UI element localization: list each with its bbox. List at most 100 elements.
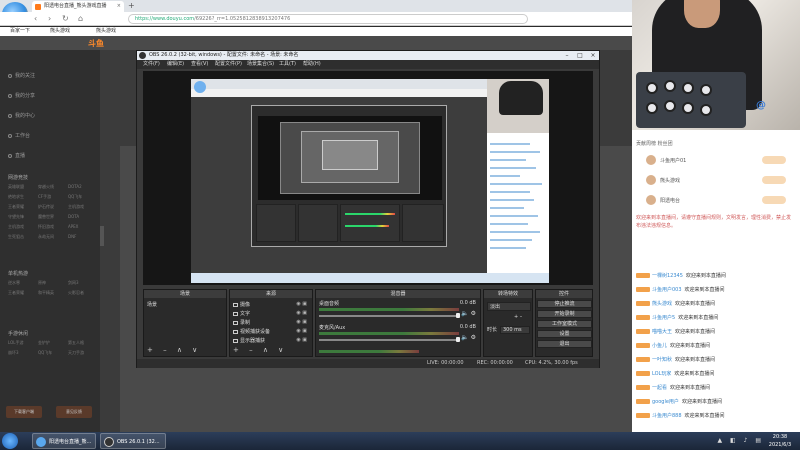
category-link[interactable]: 剑网3: [68, 280, 79, 286]
chat-username[interactable]: 斗鱼用户003: [652, 287, 682, 293]
scene-item[interactable]: 场景: [147, 301, 157, 308]
chat-message[interactable]: 一叶知秋 欢迎来到本直播间: [636, 356, 715, 363]
eye-icon[interactable]: ◉ ▣: [296, 319, 307, 325]
nav-item-share[interactable]: 我的分享: [8, 92, 35, 99]
chat-message[interactable]: 斗鱼用户888 欢迎来到本直播间: [636, 412, 725, 419]
system-tray[interactable]: ▲ ◧ ♪ ▤: [717, 437, 764, 444]
chat-message[interactable]: LOL玩家 欢迎来到本直播间: [636, 370, 714, 377]
category-link[interactable]: LOL手游: [8, 340, 23, 346]
volume-slider[interactable]: [319, 315, 459, 317]
volume-slider[interactable]: [319, 339, 459, 341]
chat-username[interactable]: 一叶知秋: [652, 357, 672, 363]
studio-mode-button[interactable]: 工作室模式: [537, 320, 592, 328]
bookmark-item[interactable]: 百家一下: [10, 27, 30, 36]
menu-help[interactable]: 帮助(H): [303, 60, 321, 69]
transition-select[interactable]: 淡出: [487, 302, 531, 311]
taskbar-obs[interactable]: OBS 26.0.1 (32...: [100, 433, 166, 449]
chat-username[interactable]: 一起看: [652, 385, 667, 391]
category-link[interactable]: 穿越火线: [38, 184, 54, 190]
category-link[interactable]: 永劫无间: [38, 234, 54, 240]
menu-scene-collection[interactable]: 场景集合(S): [247, 60, 274, 69]
rank-row[interactable]: 阳透电台: [636, 194, 796, 208]
category-link[interactable]: 火影忍者: [68, 290, 84, 296]
chat-username[interactable]: LOL玩家: [652, 371, 671, 377]
stop-streaming-button[interactable]: 停止推流: [537, 300, 592, 308]
eye-icon[interactable]: ◉ ▣: [296, 328, 307, 334]
category-link[interactable]: 原神: [38, 280, 46, 286]
chat-username[interactable]: 熊头游戏: [652, 301, 672, 307]
category-link[interactable]: 逆水寒: [8, 280, 20, 286]
menu-edit[interactable]: 编辑(E): [167, 60, 184, 69]
chat-username[interactable]: 一棵树12345: [652, 273, 683, 279]
category-link[interactable]: DOTA2: [68, 184, 82, 189]
address-bar[interactable]: https://www.douyu.com/69226?_rr=1.052581…: [128, 14, 528, 24]
category-link[interactable]: 崩坏3: [8, 350, 19, 356]
clock[interactable]: 20:38 2021/6/3: [764, 433, 796, 449]
category-link[interactable]: 绝地求生: [8, 194, 24, 200]
chat-username[interactable]: 斗鱼用户5: [652, 315, 675, 321]
new-tab-button[interactable]: +: [128, 1, 135, 11]
category-link[interactable]: 主机游戏: [68, 204, 84, 210]
category-link[interactable]: 第五人格: [68, 340, 84, 346]
chat-message[interactable]: 熊头游戏 欢迎来到本直播间: [636, 300, 715, 307]
category-link[interactable]: 怀旧游戏: [38, 224, 54, 230]
chat-message[interactable]: google用户 欢迎来到本直播间: [636, 398, 722, 405]
category-link[interactable]: APEX: [68, 224, 78, 229]
chat-message[interactable]: 斗鱼用户5 欢迎来到本直播间: [636, 314, 718, 321]
menu-tools[interactable]: 工具(T): [279, 60, 296, 69]
category-link[interactable]: 王者荣耀: [8, 204, 24, 210]
back-button[interactable]: ‹: [34, 13, 37, 25]
nav-item-workbench[interactable]: 工作台: [8, 132, 30, 139]
category-link[interactable]: 和平精英: [38, 290, 54, 296]
bookmark-item[interactable]: 熊头游戏: [96, 27, 116, 36]
eye-icon[interactable]: ◉ ▣: [296, 337, 307, 343]
home-button[interactable]: ⌂: [78, 13, 83, 25]
category-link[interactable]: 守望先锋: [8, 214, 24, 220]
category-link[interactable]: 生死狙击: [8, 234, 24, 240]
nav-item-live[interactable]: 直播: [8, 152, 25, 159]
minimize-button[interactable]: –: [561, 51, 573, 60]
menu-profile[interactable]: 配置文件(P): [215, 60, 242, 69]
tab-close-icon[interactable]: ×: [117, 1, 121, 12]
category-link[interactable]: CF手游: [38, 194, 51, 200]
source-item[interactable]: 显示器捕获 ◉ ▣: [233, 337, 311, 344]
bookmark-item[interactable]: 熊头游戏: [50, 27, 70, 36]
close-button[interactable]: ×: [587, 51, 599, 60]
chat-username[interactable]: 斗鱼用户888: [652, 413, 682, 419]
category-link[interactable]: 主机游戏: [8, 224, 24, 230]
volume-slider-knob[interactable]: [456, 313, 460, 318]
source-item[interactable]: 摄像 ◉ ▣: [233, 301, 311, 308]
speaker-icon[interactable]: 🔈 ⚙: [461, 334, 476, 341]
menu-view[interactable]: 查看(V): [191, 60, 208, 69]
taskbar-browser[interactable]: 阳透电台直播_熊...: [32, 433, 96, 449]
sidebar-collapse-handle[interactable]: [100, 226, 104, 246]
category-link[interactable]: QQ飞车: [68, 194, 82, 200]
chat-message[interactable]: 一起看 欢迎来到本直播间: [636, 384, 710, 391]
feedback-button[interactable]: 意见反馈: [56, 406, 92, 418]
start-recording-button[interactable]: 开始录制: [537, 310, 592, 318]
category-link[interactable]: 炉石传说: [38, 204, 54, 210]
scene-tools[interactable]: + – ∧ ∨: [147, 346, 201, 354]
settings-button[interactable]: 设置: [537, 330, 592, 338]
rank-row[interactable]: 熊头游戏: [636, 174, 796, 188]
eye-icon[interactable]: ◉ ▣: [296, 310, 307, 316]
category-link[interactable]: 魔兽世界: [38, 214, 54, 220]
obs-preview[interactable]: [143, 71, 593, 285]
category-link[interactable]: DOTA: [68, 214, 79, 219]
chat-message[interactable]: 小鱼儿 欢迎来到本直播间: [636, 342, 710, 349]
transition-tools[interactable]: + –: [514, 314, 522, 320]
source-item[interactable]: 视频捕获设备 ◉ ▣: [233, 328, 311, 335]
nav-item-follow[interactable]: 我的关注: [8, 72, 35, 79]
eye-icon[interactable]: ◉ ▣: [296, 301, 307, 307]
category-link[interactable]: 英雄联盟: [8, 184, 24, 190]
douyu-logo[interactable]: 斗鱼: [88, 38, 104, 49]
download-client-button[interactable]: 下载客户端: [6, 406, 42, 418]
category-link[interactable]: 王者荣耀: [8, 290, 24, 296]
chat-header[interactable]: 贡献周榜 粉丝团: [636, 140, 673, 147]
category-link[interactable]: 天刀手游: [68, 350, 84, 356]
chat-username[interactable]: google用户: [652, 399, 679, 405]
source-item[interactable]: 文字 ◉ ▣: [233, 310, 311, 317]
forward-button[interactable]: ›: [48, 13, 51, 25]
category-link[interactable]: 金铲铲: [38, 340, 50, 346]
chat-message[interactable]: 斗鱼用户003 欢迎来到本直播间: [636, 286, 725, 293]
